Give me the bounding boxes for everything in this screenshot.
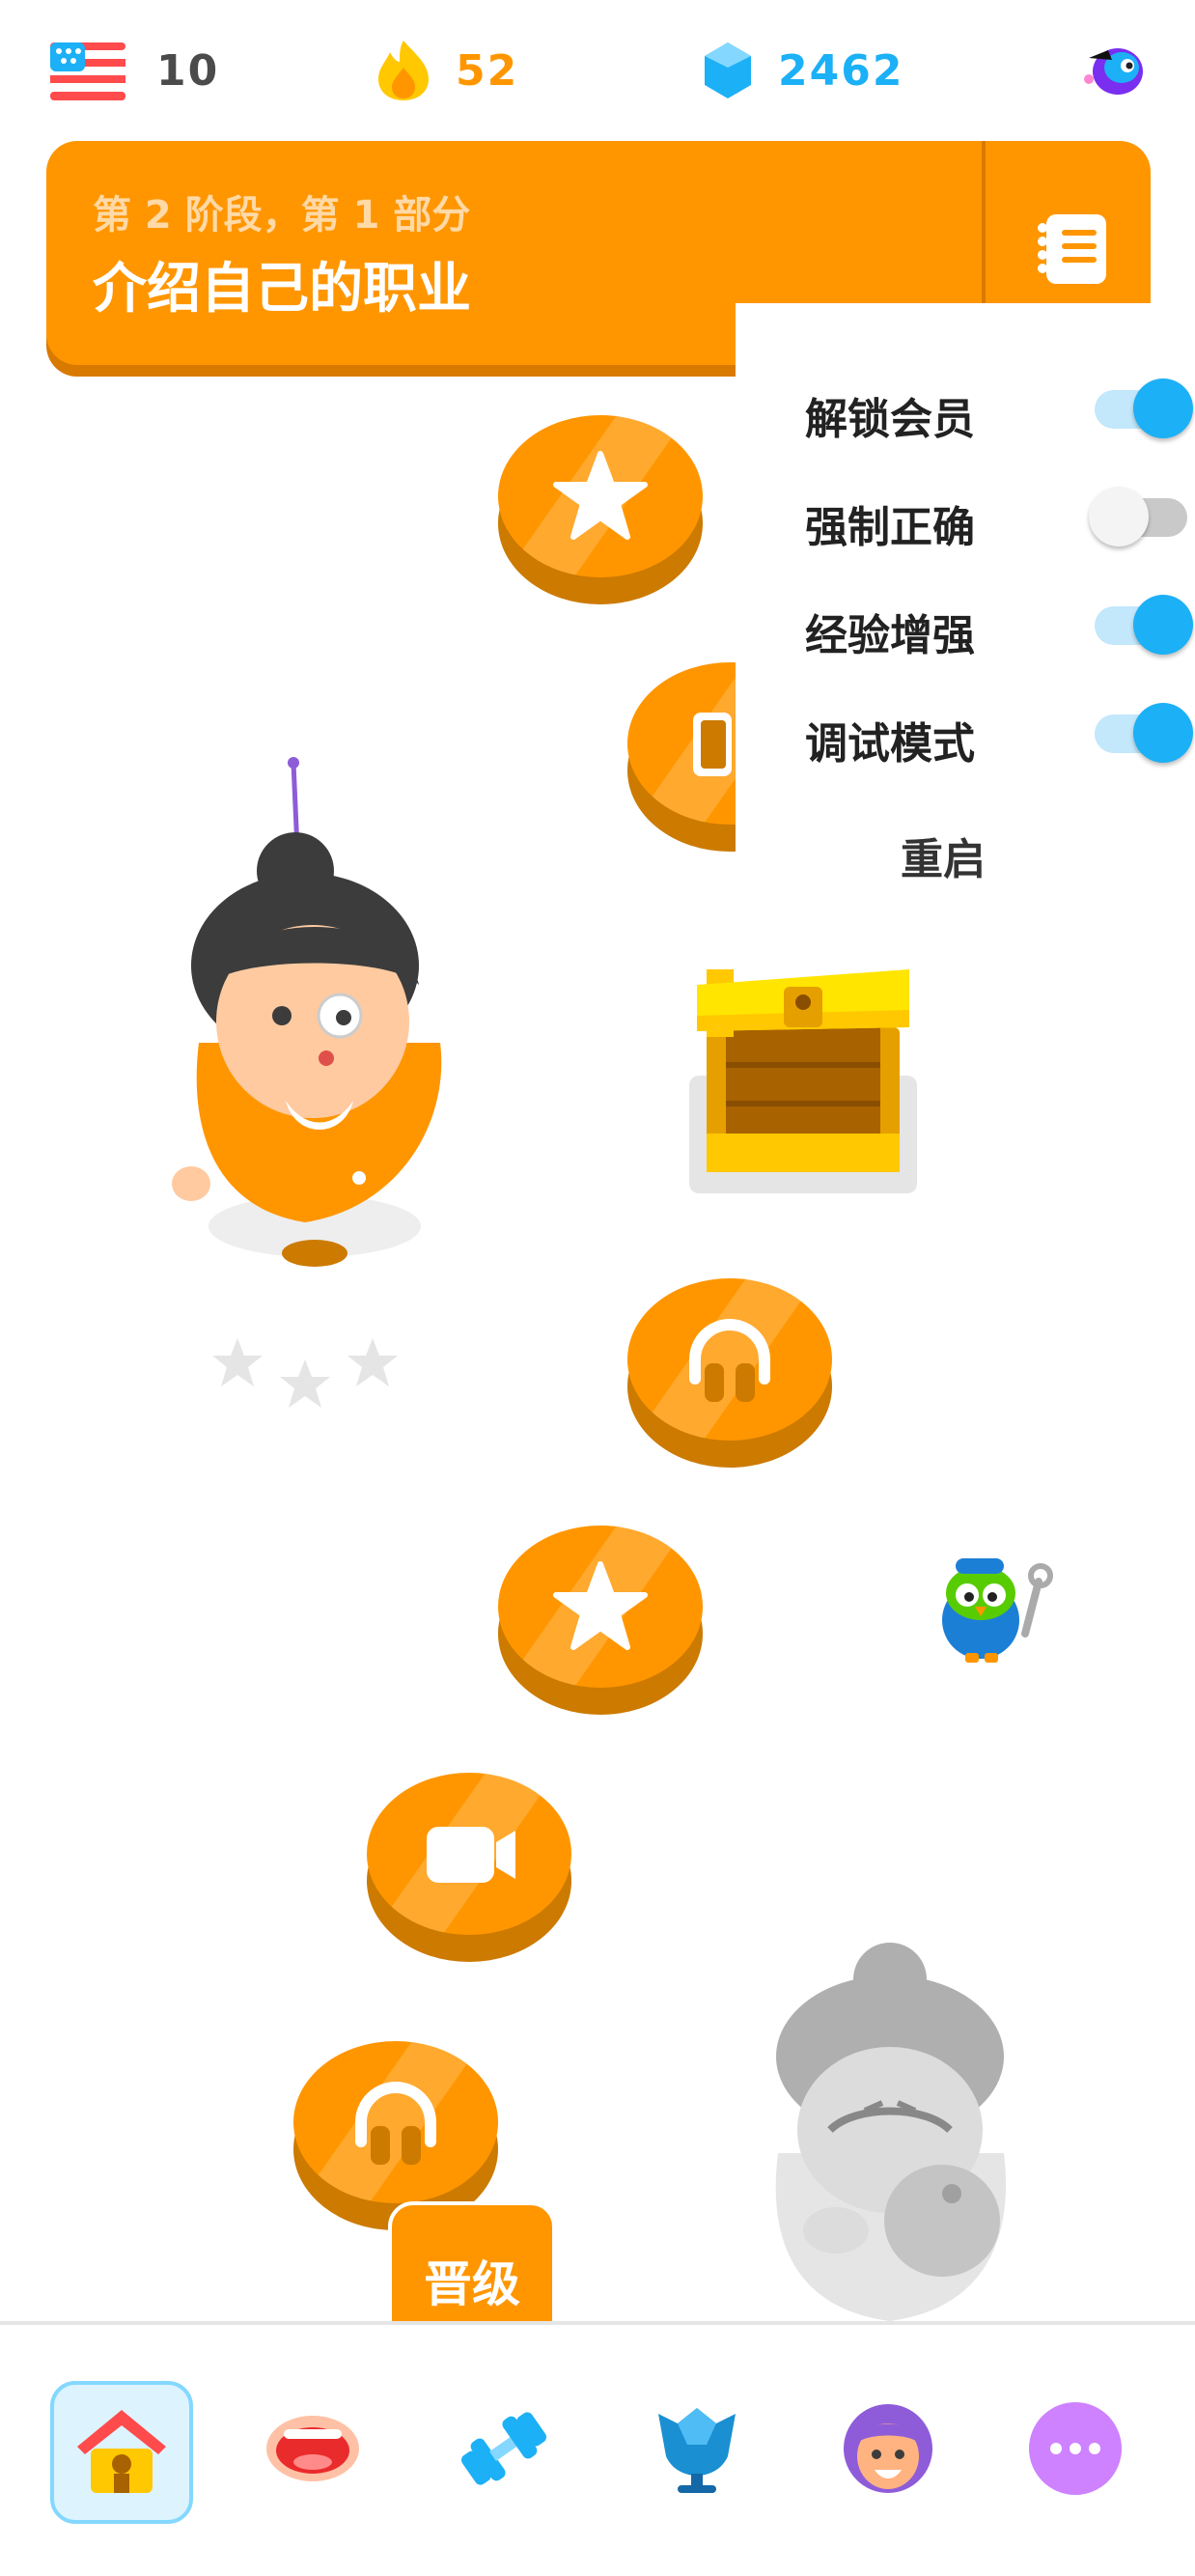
lesson-node-video[interactable] bbox=[367, 1773, 571, 1962]
nav-more[interactable] bbox=[1008, 2381, 1143, 2516]
character-icon bbox=[844, 2404, 932, 2493]
lesson-node-headphones[interactable] bbox=[627, 1278, 832, 1468]
streak-count[interactable]: 52 bbox=[456, 42, 518, 100]
debug-panel: 解锁会员 强制正确 经验增强 调试模式 重启 bbox=[736, 303, 1193, 900]
toggle-label: 强制正确 bbox=[805, 503, 975, 552]
toggle-label: 解锁会员 bbox=[805, 395, 975, 444]
mouth-icon bbox=[266, 2416, 359, 2481]
toggle-force-correct[interactable]: 强制正确 bbox=[805, 481, 1187, 558]
duo-avatar-icon[interactable] bbox=[1079, 39, 1147, 106]
unit-title: 介绍自己的职业 bbox=[93, 258, 471, 321]
us-flag-icon[interactable] bbox=[50, 42, 125, 104]
gems-count[interactable]: 2462 bbox=[778, 42, 903, 100]
course-count[interactable]: 10 bbox=[156, 42, 219, 100]
star-icon bbox=[553, 451, 648, 540]
dumbbell-icon bbox=[460, 2412, 547, 2485]
bottom-nav bbox=[0, 2321, 1195, 2576]
headphones-icon bbox=[355, 2082, 436, 2165]
toggle-debug-mode[interactable]: 调试模式 bbox=[805, 697, 1193, 774]
character-grandma-illustration bbox=[170, 753, 469, 1298]
guidebook-icon[interactable] bbox=[1033, 210, 1110, 292]
nav-characters[interactable] bbox=[820, 2381, 956, 2516]
nav-leaderboard[interactable] bbox=[629, 2381, 764, 2516]
debug-owl-icon[interactable] bbox=[931, 1553, 1054, 1668]
toggle-label: 调试模式 bbox=[805, 719, 975, 769]
toggle-knob bbox=[1133, 378, 1193, 438]
more-icon bbox=[1029, 2402, 1122, 2495]
star-icon bbox=[553, 1561, 648, 1650]
toggle-switch[interactable] bbox=[1095, 595, 1193, 655]
gem-icon[interactable] bbox=[703, 41, 753, 104]
toggle-switch[interactable] bbox=[1089, 487, 1187, 546]
promote-label: 晋级 bbox=[424, 2256, 520, 2312]
lesson-node-star[interactable] bbox=[498, 415, 703, 604]
toggle-label: 经验增强 bbox=[805, 611, 975, 660]
toggle-knob bbox=[1089, 487, 1149, 546]
toggle-switch[interactable] bbox=[1095, 378, 1193, 438]
toggle-switch[interactable] bbox=[1095, 703, 1193, 763]
headphones-icon bbox=[689, 1319, 770, 1402]
toggle-knob bbox=[1133, 703, 1193, 763]
treasure-chest-icon[interactable] bbox=[687, 931, 919, 1199]
nav-practice[interactable] bbox=[436, 2381, 571, 2516]
nav-speak[interactable] bbox=[245, 2381, 380, 2516]
lesson-node-star-2[interactable] bbox=[498, 1526, 703, 1715]
progress-stars bbox=[208, 1336, 402, 1417]
stats-bar: 10 52 2462 bbox=[0, 35, 1195, 112]
toggle-knob bbox=[1133, 595, 1193, 655]
fire-icon[interactable] bbox=[376, 39, 431, 106]
video-icon bbox=[427, 1827, 515, 1883]
trophy-icon bbox=[658, 2408, 736, 2493]
home-icon bbox=[77, 2410, 166, 2493]
banner-divider bbox=[982, 141, 986, 303]
restart-button[interactable]: 重启 bbox=[736, 825, 1151, 886]
toggle-xp-boost[interactable]: 经验增强 bbox=[805, 589, 1193, 666]
unit-subtitle: 第 2 阶段，第 1 部分 bbox=[93, 193, 471, 238]
toggle-unlock-super[interactable]: 解锁会员 bbox=[805, 373, 1193, 450]
promote-button[interactable]: 晋级 bbox=[388, 2201, 556, 2335]
character-grandma-locked-illustration bbox=[759, 1941, 1019, 2325]
nav-home[interactable] bbox=[50, 2381, 193, 2524]
